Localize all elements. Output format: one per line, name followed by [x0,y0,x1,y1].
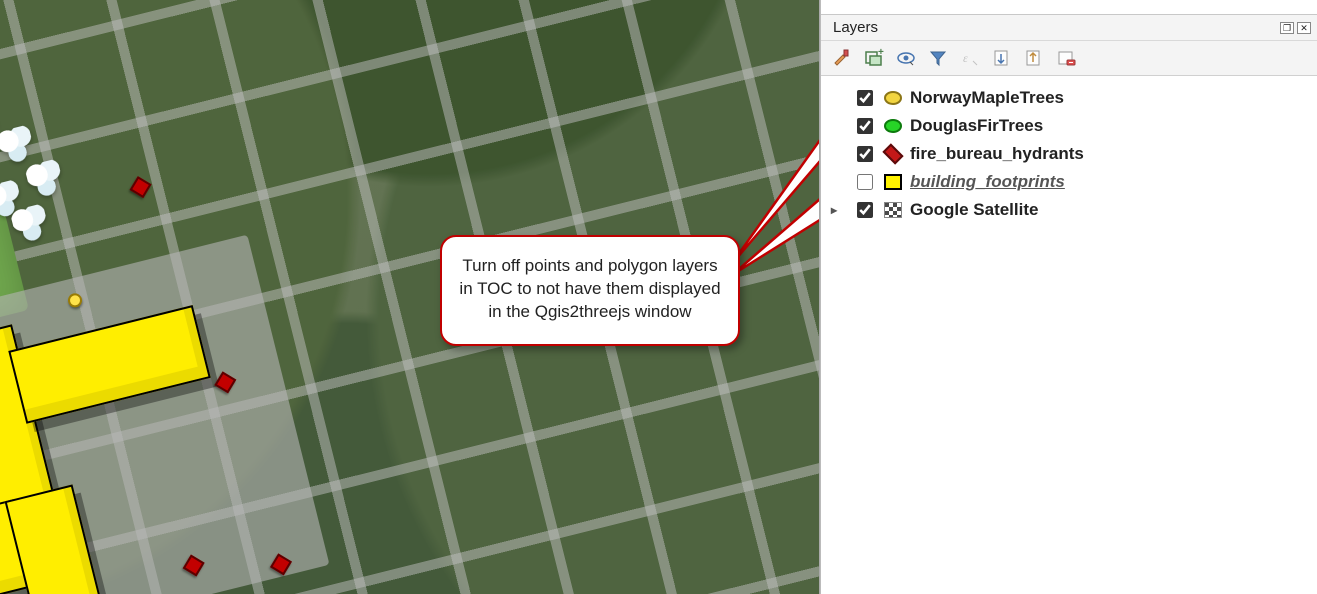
layer-label: Google Satellite [910,200,1038,220]
layer-checkbox[interactable] [857,202,873,218]
polygon-symbol-icon [884,174,902,190]
layer-row-norway[interactable]: NorwayMapleTrees [827,84,1311,112]
layer-label: building_footprints [910,172,1065,192]
svg-text:ε: ε [963,51,968,65]
expand-arrow-icon[interactable]: ▸ [831,203,837,217]
layer-row-buildings[interactable]: building_footprints [827,168,1311,196]
layer-label: fire_bureau_hydrants [910,144,1084,164]
layer-checkbox[interactable] [857,118,873,134]
eye-visibility-icon[interactable] [895,47,917,69]
layer-row-hydrants[interactable]: fire_bureau_hydrants [827,140,1311,168]
layers-panel: Layers ❐ ✕ + ε [820,0,1317,594]
layer-row-douglas[interactable]: DouglasFirTrees [827,112,1311,140]
callout-tail-lower [732,155,820,285]
map-canvas[interactable]: Turn off points and polygon layers in TO… [0,0,820,594]
expand-all-icon[interactable] [991,47,1013,69]
layer-checkbox[interactable] [857,174,873,190]
layer-label: NorwayMapleTrees [910,88,1064,108]
funnel-filter-icon[interactable] [927,47,949,69]
remove-layer-icon[interactable] [1055,47,1077,69]
raster-symbol-icon [884,202,902,218]
layers-toolbar: + ε [821,41,1317,76]
layer-row-google-satellite[interactable]: ▸ Google Satellite [827,196,1311,224]
collapse-all-icon[interactable] [1023,47,1045,69]
annotation-text: Turn off points and polygon layers in TO… [459,256,720,321]
panel-close-button[interactable]: ✕ [1297,22,1311,34]
layer-label: DouglasFirTrees [910,116,1043,136]
point-symbol-icon [884,91,902,105]
point-symbol-icon [884,119,902,133]
annotation-callout: Turn off points and polygon layers in TO… [440,235,740,346]
panel-header: Layers ❐ ✕ [821,15,1317,41]
layer-checkbox[interactable] [857,90,873,106]
undock-button[interactable]: ❐ [1280,22,1294,34]
add-group-icon[interactable]: + [863,47,885,69]
expression-filter-icon: ε [959,47,981,69]
svg-text:+: + [878,48,884,58]
panel-title: Layers [833,19,878,36]
layer-checkbox[interactable] [857,146,873,162]
window-sliver [821,0,1317,15]
diamond-symbol-icon [882,143,903,164]
layer-tree: NorwayMapleTrees DouglasFirTrees fire_bu… [821,76,1317,594]
paintbrush-style-icon[interactable] [831,47,853,69]
